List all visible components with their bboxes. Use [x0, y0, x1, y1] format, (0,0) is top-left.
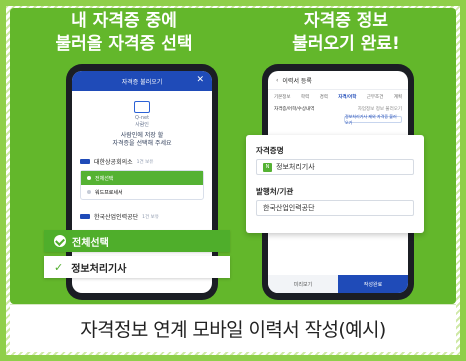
cert-name-value: 정보처리기사: [276, 163, 315, 171]
tab-plan[interactable]: 계획: [394, 94, 402, 100]
tab-career[interactable]: 경력: [320, 94, 328, 100]
right-heading: 자격증 정보 불러오기 완료!: [256, 10, 436, 56]
brand-name-2: 사람인: [135, 122, 149, 128]
check-icon: ✓: [54, 260, 64, 274]
option-word-processor[interactable]: 워드프로세서: [81, 185, 203, 199]
overlay-select-all-label: 전체선택: [72, 237, 109, 249]
prompt-line1: 사람인에 저장 할: [120, 132, 164, 139]
import-chip-label: 정보처리기사 제외 자격증 불러오기: [345, 113, 397, 125]
org-logo-icon: [80, 159, 90, 164]
right-heading-line1: 자격증 정보: [303, 11, 389, 31]
cert-name-label: 자격증명: [256, 146, 284, 155]
complete-label: 작성완료: [363, 281, 383, 288]
section-label: 자격증/어학/수상내역: [274, 107, 315, 112]
left-heading: 내 자격증 중에 불러올 자격증 선택: [34, 10, 214, 56]
check-circle-icon: [54, 235, 66, 247]
org-header-2: 한국산업인력공단 1건 보유: [80, 212, 212, 221]
certificate-card: 자격증명 N 정보처리기사 발행처/기관 한국산업인력공단: [246, 135, 424, 233]
org-header-1: 대한상공회의소 1건 보유: [80, 157, 212, 166]
phone2-footer: 미리보기 작성완료: [268, 275, 408, 293]
left-heading-line2: 불러올 자격증 선택: [55, 34, 193, 54]
tab-conditions[interactable]: 근무조건: [367, 94, 384, 100]
option-label: 워드프로세서: [95, 189, 123, 196]
issuer-label: 발행처/기관: [256, 187, 294, 196]
brand-logo-icon: [134, 101, 150, 113]
caption-bar: 자격정보 연계 모바일 이력서 작성(예시): [10, 304, 456, 352]
back-icon[interactable]: ‹: [276, 77, 278, 84]
option-label: 전체선택: [95, 175, 114, 182]
overlay-select-all[interactable]: 전체선택: [44, 230, 230, 252]
org-count-1: 1건 보유: [136, 159, 154, 165]
complete-button[interactable]: 작성완료: [338, 275, 408, 293]
cert-name-field[interactable]: N 정보처리기사: [256, 159, 414, 175]
issuer-value: 한국산업인력공단: [263, 204, 315, 212]
phone2-title: 이력서 등록: [282, 77, 312, 85]
phone1-topbar: 자격증 불러오기 ✕: [72, 71, 212, 91]
prompt-line2: 자격증을 선택해 주세요: [112, 140, 172, 147]
tab-basic-info[interactable]: 기본정보: [274, 94, 291, 100]
select-prompt: 사람인에 저장 할 자격증을 선택해 주세요: [72, 132, 212, 148]
org-logo-icon: [80, 214, 90, 219]
option-list: 전체선택 워드프로세서: [80, 170, 204, 200]
left-heading-line1: 내 자격증 중에: [71, 11, 177, 31]
radio-icon: [87, 176, 91, 180]
caption-text: 자격정보 연계 모바일 이력서 작성(예시): [80, 319, 386, 341]
tab-education[interactable]: 학력: [301, 94, 309, 100]
option-select-all[interactable]: 전체선택: [81, 171, 203, 185]
org-count-2: 1건 보유: [142, 214, 159, 220]
preview-label: 미리보기: [293, 281, 313, 288]
tab-certificates[interactable]: 자격/어학: [338, 94, 356, 100]
issuer-field[interactable]: 한국산업인력공단: [256, 200, 414, 216]
import-chip[interactable]: 정보처리기사 제외 자격증 불러오기: [344, 113, 402, 125]
close-icon[interactable]: ✕: [196, 75, 204, 85]
overlay-item-label: 정보처리기사: [71, 263, 127, 275]
section-row: 자격증/어학/수상내역 자업정보 정보 불러오기: [268, 104, 408, 114]
preview-button[interactable]: 미리보기: [268, 275, 338, 293]
brand-name-1: Q-net: [134, 115, 150, 121]
right-heading-line2: 불러오기 완료!: [292, 34, 400, 54]
org-name-1: 대한상공회의소: [94, 159, 133, 166]
phone2-titlebar: ‹ 이력서 등록: [268, 71, 408, 90]
overlay-certificate-item[interactable]: ✓ 정보처리기사: [44, 256, 230, 278]
phone1-title: 자격증 불러오기: [121, 78, 163, 86]
badge-icon: N: [263, 162, 272, 172]
radio-icon: [87, 190, 91, 194]
section-action[interactable]: 자업정보 정보 불러오기: [358, 106, 402, 112]
org-name-2: 한국산업인력공단: [94, 214, 139, 221]
resume-tabs: 기본정보 학력 경력 자격/어학 근무조건 계획: [268, 90, 408, 104]
